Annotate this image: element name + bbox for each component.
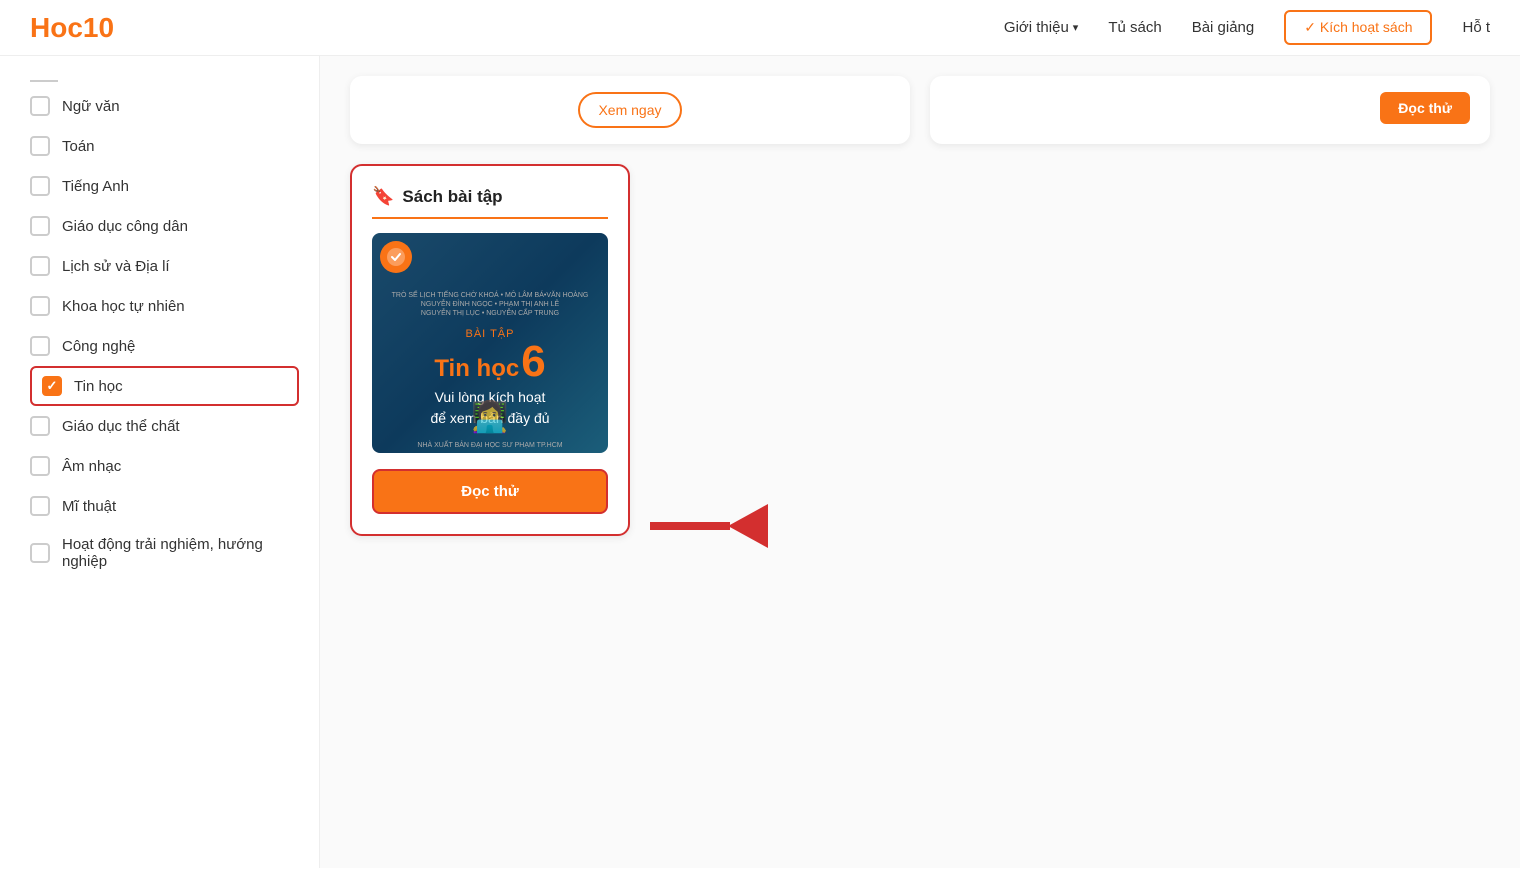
nav-gioi-thieu[interactable]: Giới thiệu ▾ <box>1004 19 1078 36</box>
arrow-head-left <box>728 504 768 548</box>
sidebar-item-lich-su-dia-li[interactable]: Lịch sử và Địa lí <box>30 246 299 286</box>
sidebar-label-lich-su-dia-li: Lịch sử và Địa lí <box>62 258 170 275</box>
sidebar-label-am-nhac: Âm nhạc <box>62 458 121 475</box>
sidebar-label-tieng-anh: Tiếng Anh <box>62 178 129 195</box>
top-card-left: Xem ngay <box>350 76 910 144</box>
checkbox-giao-duc-the-chat[interactable] <box>30 416 50 436</box>
sidebar-item-giao-duc-cong-dan[interactable]: Giáo dục công dân <box>30 206 299 246</box>
sidebar-item-tin-hoc[interactable]: Tin học <box>30 366 299 406</box>
book-cover: TRÒ SẾ LỊCH TIẾNG CHỜ KHOÁ • MÔ LÂM BÁ•V… <box>372 233 608 453</box>
sidebar-label-hoat-dong-trai-nghiem: Hoạt động trải nghiệm, hướng nghiệp <box>62 536 299 570</box>
sidebar-item-ngu-van[interactable]: Ngữ văn <box>30 86 299 126</box>
sidebar-item-tieng-anh[interactable]: Tiếng Anh <box>30 166 299 206</box>
card-title: Sách bài tập <box>402 187 502 207</box>
sidebar-item-giao-duc-the-chat[interactable]: Giáo dục thể chất <box>30 406 299 446</box>
book-subtitle: BÀI TẬP <box>466 328 515 340</box>
badge-icon <box>380 241 412 273</box>
sidebar-label-khoa-hoc-tu-nhien: Khoa học tự nhiên <box>62 298 185 315</box>
checkbox-am-nhac[interactable] <box>30 456 50 476</box>
bottom-row: 🔖 Sách bài tập TRÒ SẾ LỊCH TIẾNG CHỜ KHO… <box>350 164 1490 548</box>
sidebar-divider <box>30 80 58 82</box>
character-illustration: 👩‍💻 <box>471 400 508 435</box>
nav-bai-giang[interactable]: Bài giảng <box>1192 19 1255 36</box>
sidebar: Ngữ văn Toán Tiếng Anh Giáo dục công dân… <box>0 56 320 868</box>
checkbox-khoa-hoc-tu-nhien[interactable] <box>30 296 50 316</box>
checkbox-lich-su-dia-li[interactable] <box>30 256 50 276</box>
book-number: 6 <box>521 342 545 382</box>
sidebar-label-giao-duc-the-chat: Giáo dục thể chất <box>62 418 180 435</box>
sidebar-label-ngu-van: Ngữ văn <box>62 98 120 115</box>
book-publisher: NHÀ XUẤT BẢN ĐẠI HỌC SƯ PHẠM TP.HCM <box>417 442 562 449</box>
checkbox-toan[interactable] <box>30 136 50 156</box>
sidebar-item-khoa-hoc-tu-nhien[interactable]: Khoa học tự nhiên <box>30 286 299 326</box>
top-card-right: Đọc thử <box>930 76 1490 144</box>
chevron-down-icon: ▾ <box>1073 21 1079 34</box>
sidebar-item-cong-nghe[interactable]: Công nghệ <box>30 326 299 366</box>
arrow-container <box>650 504 768 548</box>
book-authors: TRÒ SẾ LỊCH TIẾNG CHỜ KHOÁ • MÔ LÂM BÁ•V… <box>384 287 597 322</box>
bookmark-icon: 🔖 <box>372 186 394 207</box>
sidebar-item-hoat-dong-trai-nghiem[interactable]: Hoạt động trải nghiệm, hướng nghiệp <box>30 526 299 580</box>
checkbox-tieng-anh[interactable] <box>30 176 50 196</box>
xem-ngay-button[interactable]: Xem ngay <box>578 92 681 128</box>
nav: Giới thiệu ▾ Tủ sách Bài giảng ✓ Kích ho… <box>1004 10 1490 45</box>
activate-button[interactable]: ✓ Kích hoạt sách <box>1284 10 1432 45</box>
sidebar-label-toan: Toán <box>62 138 95 155</box>
sidebar-label-giao-duc-cong-dan: Giáo dục công dân <box>62 218 188 235</box>
arrow-shaft <box>650 522 730 530</box>
nav-profile[interactable]: Hỗ t <box>1462 19 1490 36</box>
logo-number: 10 <box>83 12 114 43</box>
doc-thu-top-button[interactable]: Đọc thử <box>1380 92 1470 124</box>
checkbox-hoat-dong-trai-nghiem[interactable] <box>30 543 50 563</box>
checkbox-cong-nghe[interactable] <box>30 336 50 356</box>
header: Hoc10 Giới thiệu ▾ Tủ sách Bài giảng ✓ K… <box>0 0 1520 56</box>
sidebar-label-mi-thuat: Mĩ thuật <box>62 498 116 515</box>
top-cards-row: Xem ngay Đọc thử <box>350 76 1490 144</box>
checkbox-ngu-van[interactable] <box>30 96 50 116</box>
sidebar-label-tin-hoc: Tin học <box>74 378 123 395</box>
logo-text: Hoc <box>30 12 83 43</box>
main-content: Xem ngay Đọc thử 🔖 Sách bài tập <box>320 56 1520 868</box>
sach-bai-tap-card: 🔖 Sách bài tập TRÒ SẾ LỊCH TIẾNG CHỜ KHO… <box>350 164 630 536</box>
checkbox-mi-thuat[interactable] <box>30 496 50 516</box>
book-title: Tin học <box>434 357 519 381</box>
sidebar-item-am-nhac[interactable]: Âm nhạc <box>30 446 299 486</box>
checkbox-giao-duc-cong-dan[interactable] <box>30 216 50 236</box>
card-header: 🔖 Sách bài tập <box>372 186 608 219</box>
nav-tu-sach[interactable]: Tủ sách <box>1108 19 1161 36</box>
page-body: Ngữ văn Toán Tiếng Anh Giáo dục công dân… <box>0 56 1520 868</box>
sidebar-item-mi-thuat[interactable]: Mĩ thuật <box>30 486 299 526</box>
logo[interactable]: Hoc10 <box>30 12 114 44</box>
sidebar-label-cong-nghe: Công nghệ <box>62 338 135 355</box>
sidebar-item-toan[interactable]: Toán <box>30 126 299 166</box>
doc-thu-main-button[interactable]: Đọc thử <box>372 469 608 514</box>
checkbox-tin-hoc[interactable] <box>42 376 62 396</box>
